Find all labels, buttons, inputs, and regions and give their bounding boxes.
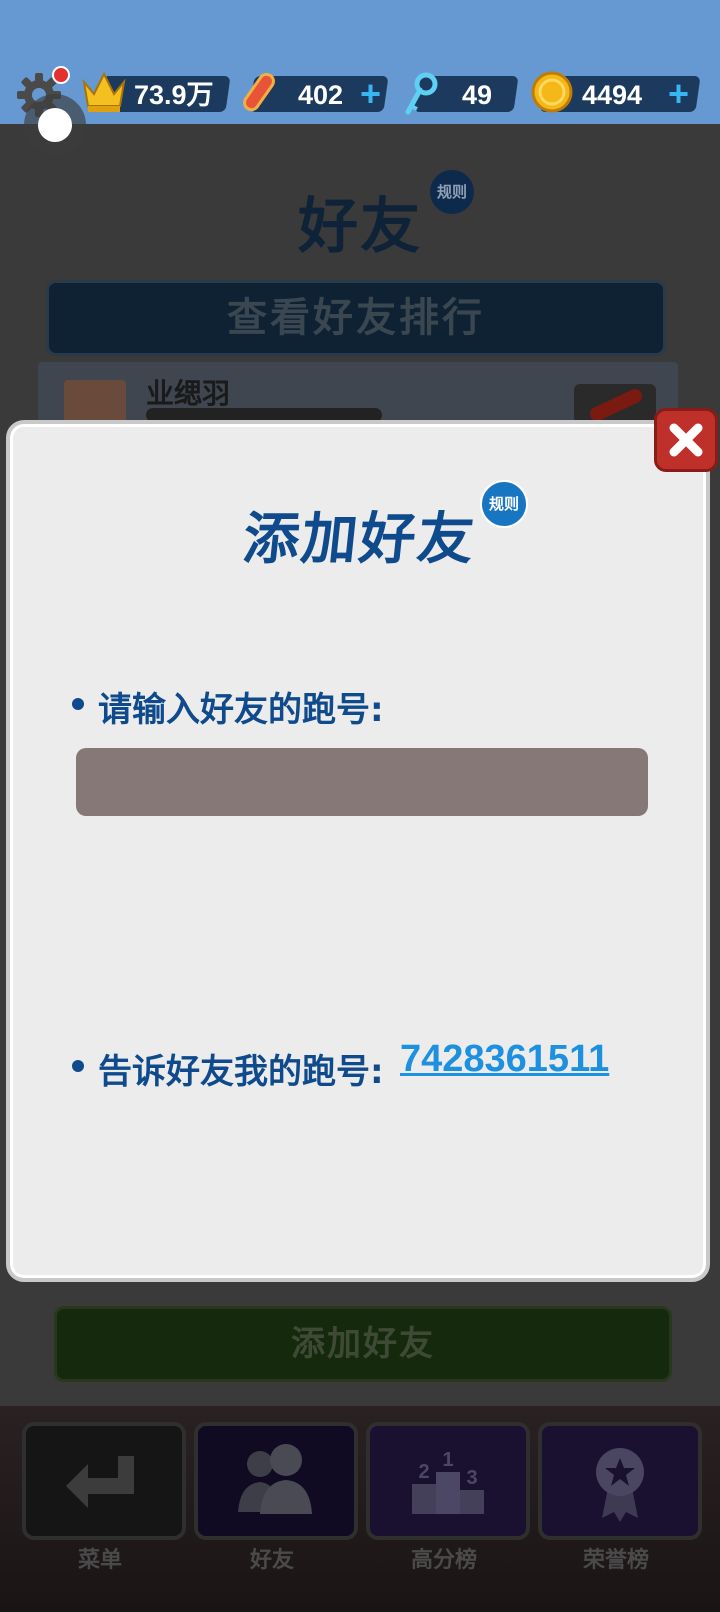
add-coins-button[interactable]: +	[668, 74, 689, 114]
bullet-dot	[72, 698, 84, 710]
crown-value: 73.9万	[134, 80, 214, 110]
hoverboard-icon	[243, 72, 275, 112]
coin-count: 4494	[582, 80, 643, 110]
svg-text:2: 2	[418, 1461, 429, 1483]
podium-icon: 2 1 3	[412, 1449, 484, 1514]
nav-menu-label: 菜单	[77, 1548, 122, 1573]
friend-id-prompt-label: 请输入好友的跑号:	[98, 690, 384, 730]
nav-menu-button[interactable]	[22, 1422, 186, 1540]
return-arrow-icon	[66, 1456, 134, 1508]
nav-highscore-label: 高分榜	[410, 1548, 477, 1573]
dialog-rules-badge[interactable]: 规则	[480, 480, 528, 528]
friends-rules-badge[interactable]: 规则	[430, 170, 474, 214]
view-friend-ranking-button[interactable]: 查看好友排行	[46, 280, 666, 356]
coin-icon	[531, 71, 573, 113]
nav-honor-label: 荣誉榜	[582, 1548, 649, 1573]
close-dialog-button[interactable]	[654, 408, 718, 472]
friend-name: 业缌羽	[146, 377, 231, 410]
dialog-title: 添加好友	[240, 507, 479, 572]
my-run-id-link[interactable]: 7428361511	[400, 1038, 609, 1081]
floating-assistive-button[interactable]	[24, 94, 86, 156]
add-hoverboards-button[interactable]: +	[360, 74, 381, 114]
close-x-icon	[669, 423, 703, 457]
nav-honor-button[interactable]	[538, 1422, 702, 1540]
nav-friends-button[interactable]	[194, 1422, 358, 1540]
crown-icon	[82, 71, 126, 112]
friend-id-input[interactable]	[76, 748, 648, 816]
notification-dot	[52, 66, 70, 84]
people-icon	[238, 1444, 312, 1514]
award-badge-icon	[596, 1448, 644, 1522]
svg-text:1: 1	[442, 1449, 453, 1471]
friend-hoverboard-icon	[574, 384, 656, 424]
friends-page-title: 好友	[298, 192, 422, 262]
add-friend-button-background[interactable]: 添加好友	[54, 1306, 672, 1382]
svg-text:3: 3	[466, 1467, 477, 1489]
key-count: 49	[462, 80, 493, 110]
nav-highscore-button[interactable]: 2 1 3	[366, 1422, 530, 1540]
hoverboard-count: 402	[298, 80, 344, 110]
key-icon	[405, 72, 438, 115]
bullet-dot	[72, 1060, 84, 1072]
nav-friends-label: 好友	[249, 1548, 294, 1573]
my-id-label: 告诉好友我的跑号:	[98, 1052, 384, 1092]
